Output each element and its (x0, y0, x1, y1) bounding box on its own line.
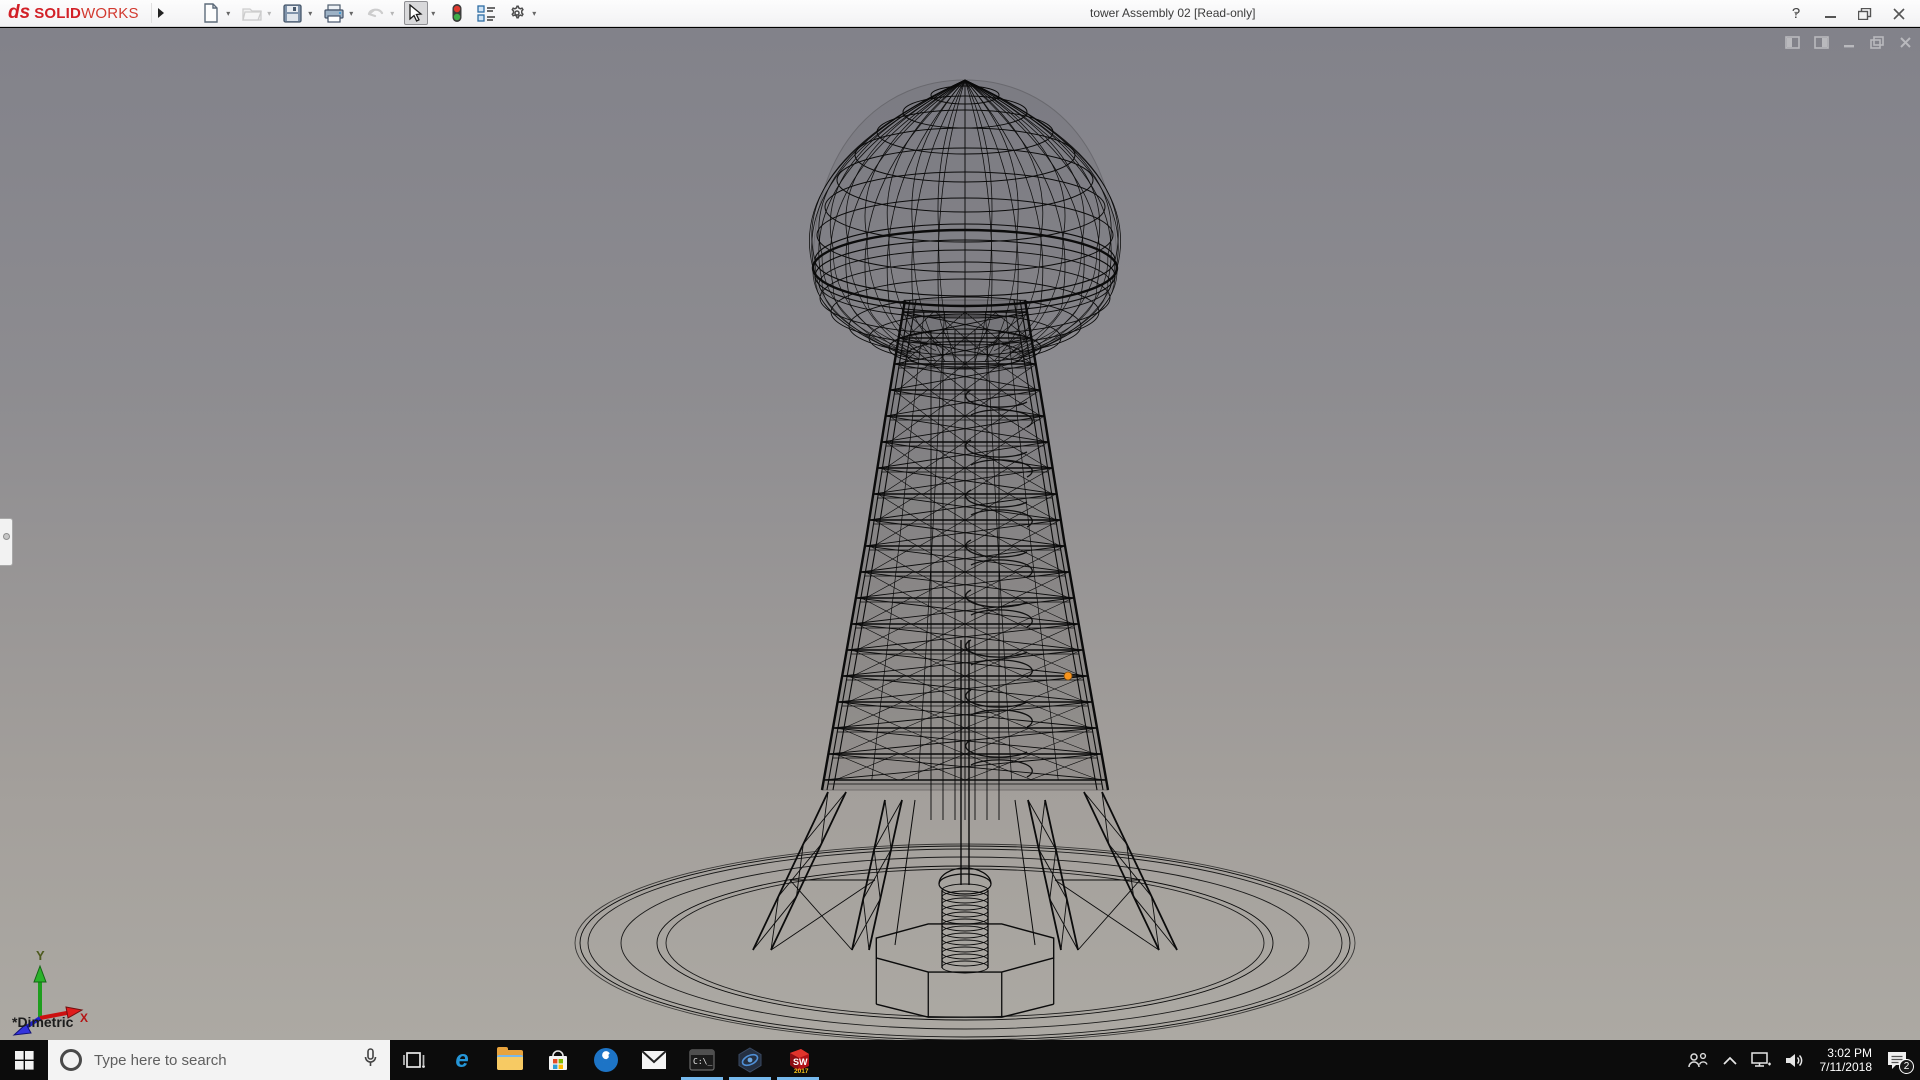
save-button[interactable] (281, 1, 305, 25)
tray-date: 7/11/2018 (1820, 1060, 1873, 1074)
open-button[interactable] (240, 1, 264, 25)
hexagon-3d-app-icon[interactable] (726, 1040, 774, 1080)
undo-button[interactable] (363, 1, 387, 25)
select-tool-dropdown[interactable]: ▾ (428, 1, 439, 25)
close-button[interactable] (1884, 3, 1914, 25)
save-dropdown[interactable]: ▾ (305, 1, 316, 25)
restore-button[interactable] (1850, 3, 1880, 25)
feature-manager-collapsed-tab[interactable] (0, 518, 13, 566)
triad-y-label: Y (36, 948, 45, 963)
document-window-controls (1785, 36, 1912, 49)
tower-wireframe-model (0, 28, 1920, 1040)
select-tool-button[interactable] (404, 1, 428, 25)
svg-text:SW: SW (793, 1057, 808, 1067)
doc-minimize-icon[interactable] (1843, 36, 1856, 49)
svg-text:C:\_: C:\_ (693, 1057, 712, 1066)
minimize-button[interactable] (1816, 3, 1846, 25)
search-input[interactable] (94, 1052, 351, 1069)
cortana-icon (60, 1049, 82, 1071)
doc-close-icon[interactable] (1899, 36, 1912, 49)
action-center-icon[interactable]: 2 (1880, 1040, 1920, 1080)
logo-text-bold: SOLID (34, 5, 81, 22)
panel-tab-dot (3, 533, 10, 540)
view-orientation-label: *Dimetric (12, 1014, 73, 1030)
options-gear-button[interactable] (505, 1, 529, 25)
wrench-tool-icon[interactable] (582, 1040, 630, 1080)
taskbar-search[interactable] (48, 1040, 390, 1080)
print-dropdown[interactable]: ▾ (346, 1, 357, 25)
desktop: Y X *Dimetric ds SOLID WORKS ▾ (0, 0, 1920, 1080)
ds-mark: ds (8, 2, 30, 24)
edge-browser-icon[interactable]: e (438, 1040, 486, 1080)
svg-text:2017: 2017 (794, 1068, 809, 1074)
file-explorer-icon[interactable] (486, 1040, 534, 1080)
quick-access-toolbar: ▾ ▾ ▾ ▾ (199, 0, 546, 27)
menu-expand-arrow-icon[interactable] (151, 3, 171, 23)
mail-icon[interactable] (630, 1040, 678, 1080)
document-title: tower Assembly 02 [Read-only] (1090, 0, 1255, 27)
notification-badge: 2 (1899, 1059, 1914, 1074)
clock[interactable]: 3:02 PM 7/11/2018 (1812, 1040, 1881, 1080)
title-bar: ds SOLID WORKS ▾ ▾ (0, 0, 1920, 27)
rebuild-traffic-light-button[interactable] (445, 1, 469, 25)
microsoft-store-icon[interactable] (534, 1040, 582, 1080)
network-icon[interactable] (1744, 1040, 1778, 1080)
show-hidden-icons-chevron[interactable] (1716, 1040, 1744, 1080)
triad-x-label: X (80, 1011, 88, 1025)
start-button[interactable] (0, 1040, 48, 1080)
system-tray: 3:02 PM 7/11/2018 2 (1680, 1040, 1920, 1080)
doc-restore-icon[interactable] (1870, 36, 1885, 49)
solidworks-2017-icon[interactable]: SW2017 (774, 1040, 822, 1080)
tile-left-icon[interactable] (1785, 36, 1800, 49)
tray-time: 3:02 PM (1820, 1046, 1873, 1060)
design-library-list-button[interactable] (475, 1, 499, 25)
options-dropdown[interactable]: ▾ (529, 1, 540, 25)
help-button[interactable]: ?▾ (1778, 3, 1812, 25)
task-view-button[interactable] (390, 1040, 438, 1080)
solidworks-logo: ds SOLID WORKS (0, 0, 149, 27)
print-button[interactable] (322, 1, 346, 25)
command-prompt-icon[interactable]: C:\_ (678, 1040, 726, 1080)
new-document-button[interactable] (199, 1, 223, 25)
new-document-dropdown[interactable]: ▾ (223, 1, 234, 25)
undo-dropdown[interactable]: ▾ (387, 1, 398, 25)
logo-text-light: WORKS (81, 5, 139, 22)
tile-right-icon[interactable] (1814, 36, 1829, 49)
volume-icon[interactable] (1778, 1040, 1812, 1080)
windows-taskbar: e C:\_ SW2017 (0, 1040, 1920, 1080)
microphone-icon[interactable] (363, 1048, 378, 1073)
graphics-viewport[interactable]: Y X *Dimetric (0, 28, 1920, 1040)
people-icon[interactable] (1680, 1040, 1716, 1080)
window-controls: ?▾ (1778, 0, 1914, 27)
open-dropdown[interactable]: ▾ (264, 1, 275, 25)
